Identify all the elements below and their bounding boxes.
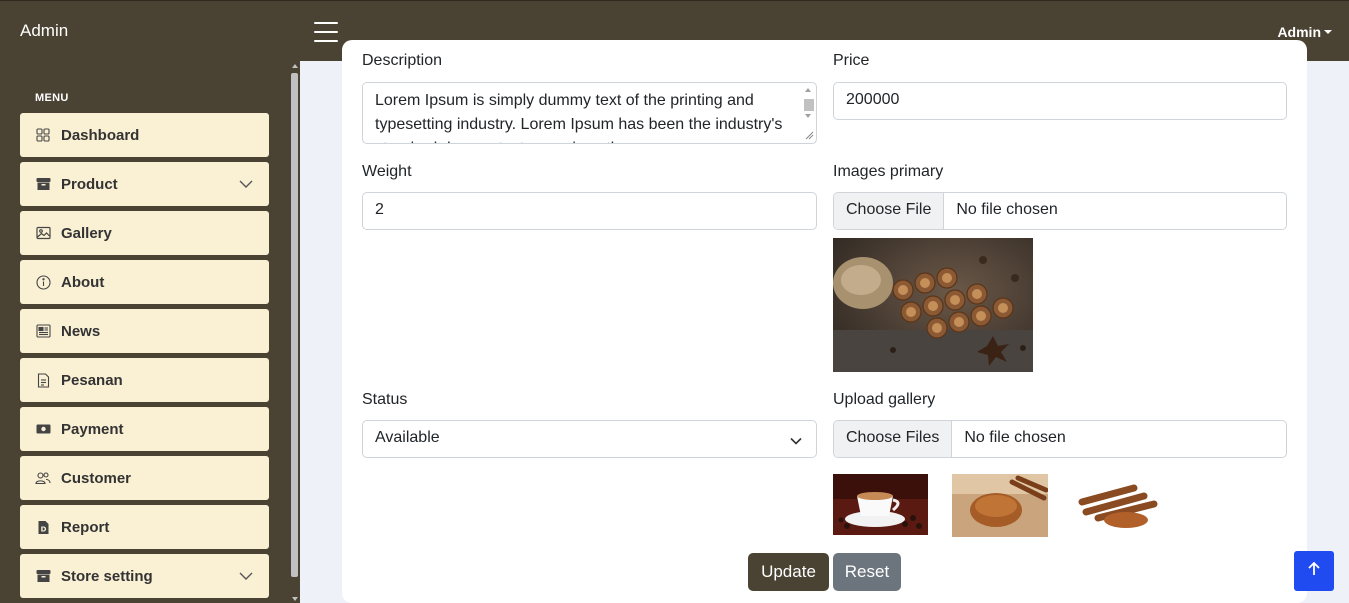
sidebar-item-report[interactable]: D Report: [20, 505, 269, 549]
primary-image-preview: [833, 238, 1033, 372]
file-status-text: No file chosen: [964, 429, 1066, 446]
product-edit-card: Description Lorem Ipsum is simply dummy …: [342, 40, 1307, 603]
gallery-thumbnail: [1074, 474, 1164, 534]
brand-title[interactable]: Admin: [20, 21, 68, 41]
people-icon: [35, 470, 51, 486]
cash-icon: [35, 421, 51, 437]
reset-button[interactable]: Reset: [833, 553, 901, 591]
grid-icon: [35, 127, 51, 143]
sidebar-menu: Dashboard Product Gallery About News Pes…: [20, 113, 269, 603]
sidebar-item-label: Payment: [61, 420, 124, 438]
archive-icon: [35, 176, 51, 192]
description-textarea[interactable]: Lorem Ipsum is simply dummy text of the …: [362, 82, 817, 144]
upload-gallery-file-input[interactable]: Choose Files No file chosen: [833, 420, 1287, 458]
scroll-down-arrow-icon[interactable]: [292, 597, 298, 601]
gallery-thumbnail: [952, 474, 1049, 537]
status-label: Status: [362, 391, 408, 408]
sidebar-item-payment[interactable]: Payment: [20, 407, 269, 451]
chevron-down-icon: [239, 569, 253, 583]
gallery-thumbnail: [833, 474, 928, 535]
newspaper-icon: [35, 323, 51, 339]
weight-input[interactable]: 2: [362, 192, 817, 230]
weight-label: Weight: [362, 163, 412, 180]
image-icon: [35, 225, 51, 241]
document-icon: [35, 372, 51, 388]
back-to-top-button[interactable]: [1294, 551, 1334, 591]
update-button[interactable]: Update: [748, 553, 829, 591]
sidebar-item-label: News: [61, 322, 101, 340]
svg-text:D: D: [40, 525, 46, 533]
sidebar-item-label: Pesanan: [61, 371, 123, 389]
file-status-text: No file chosen: [956, 201, 1058, 218]
sidebar-item-label: Store setting: [61, 567, 153, 585]
sidebar-item-label: Report: [61, 518, 110, 536]
archive-icon: [35, 568, 51, 584]
sidebar-item-pesanan[interactable]: Pesanan: [20, 358, 269, 402]
menu-heading: MENU: [35, 92, 69, 104]
sidebar-item-store-setting[interactable]: Store setting: [20, 554, 269, 598]
sidebar-item-label: Dashboard: [61, 126, 140, 144]
choose-files-button[interactable]: Choose Files: [834, 421, 953, 457]
chevron-down-icon: [790, 434, 802, 446]
textarea-scrollbar[interactable]: [802, 85, 814, 141]
info-circle-icon: [35, 274, 51, 290]
sidebar-item-customer[interactable]: Customer: [20, 456, 269, 500]
description-label: Description: [362, 52, 443, 69]
sidebar-item-dashboard[interactable]: Dashboard: [20, 113, 269, 157]
sidebar: MENU Dashboard Product Gallery About New…: [0, 61, 300, 603]
report-icon: D: [35, 519, 51, 535]
sidebar-item-news[interactable]: News: [20, 309, 269, 353]
arrow-up-icon: [1307, 561, 1321, 582]
scroll-up-arrow-icon[interactable]: [292, 64, 298, 68]
sidebar-item-product[interactable]: Product: [20, 162, 269, 206]
images-primary-file-input[interactable]: Choose File No file chosen: [833, 192, 1287, 230]
sidebar-item-about[interactable]: About: [20, 260, 269, 304]
upload-gallery-label: Upload gallery: [833, 391, 936, 408]
sidebar-item-label: Customer: [61, 469, 132, 487]
user-dropdown-label: Admin: [1277, 24, 1321, 40]
price-label: Price: [833, 52, 870, 69]
sidebar-item-gallery[interactable]: Gallery: [20, 211, 269, 255]
scrollbar-thumb[interactable]: [291, 73, 298, 577]
sidebar-item-label: About: [61, 273, 105, 291]
description-text: Lorem Ipsum is simply dummy text of the …: [375, 92, 783, 143]
price-input[interactable]: 200000: [833, 82, 1287, 120]
textarea-scroll-thumb[interactable]: [804, 99, 814, 111]
hamburger-menu-icon[interactable]: [314, 22, 338, 42]
caret-down-icon: [1324, 30, 1332, 35]
status-selected-value: Available: [375, 429, 440, 446]
status-select[interactable]: Available: [362, 420, 817, 458]
user-dropdown[interactable]: Admin: [1277, 24, 1332, 40]
chevron-down-icon: [239, 177, 253, 191]
sidebar-scrollbar[interactable]: [289, 61, 300, 603]
choose-file-button[interactable]: Choose File: [834, 193, 945, 229]
sidebar-item-label: Gallery: [61, 224, 112, 242]
sidebar-item-label: Product: [61, 175, 118, 193]
images-primary-label: Images primary: [833, 163, 944, 180]
